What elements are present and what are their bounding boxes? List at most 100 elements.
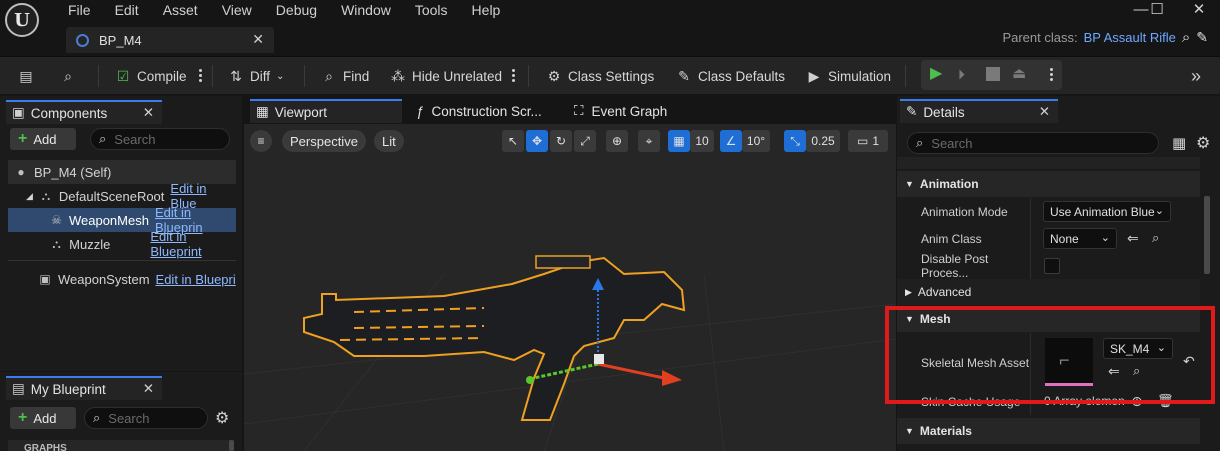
class-settings-button[interactable]: ⚙ Class Settings xyxy=(546,66,655,86)
tab-bp-m4[interactable]: BP_M4 ✕ xyxy=(66,27,274,53)
viewport[interactable]: ≡ Perspective Lit ↖ ✥ ↻ ⤢ ⊕ ⌖ ▦ 10 ∠ 10°… xyxy=(244,124,896,451)
scrollbar[interactable] xyxy=(229,440,234,451)
weapon-mesh[interactable] xyxy=(303,255,686,421)
scale-snap-icon[interactable]: ⤡ xyxy=(784,130,806,152)
class-defaults-icon: ✎ xyxy=(678,68,690,84)
coordinate-space-icon[interactable]: ⊕ xyxy=(606,130,628,152)
unreal-logo-icon[interactable]: U xyxy=(5,3,39,37)
blueprint-icon xyxy=(76,33,89,47)
chevron-down-icon: ⌄ xyxy=(1100,232,1110,244)
add-component-button[interactable]: + Add xyxy=(10,128,76,150)
browse-button[interactable]: ⌕ xyxy=(60,66,76,86)
gear-icon: ⚙ xyxy=(547,68,561,84)
close-tab-icon[interactable]: ✕ xyxy=(252,31,264,48)
viewport-options-menu-icon[interactable]: ≡ xyxy=(250,130,272,152)
disable-post-checkbox[interactable] xyxy=(1044,258,1060,274)
my-blueprint-search-input[interactable]: ⌕ Search xyxy=(84,407,208,429)
collapse-arrow-icon: ▼ xyxy=(905,426,914,436)
tree-item-muzzle[interactable]: ⛬ Muzzle Edit in Blueprint xyxy=(8,229,236,259)
table-view-icon[interactable]: ▦ xyxy=(1172,134,1186,152)
category-advanced[interactable]: ▶ Advanced xyxy=(897,279,1200,305)
class-defaults-label: Class Defaults xyxy=(698,68,786,84)
hide-unrelated-options-icon[interactable] xyxy=(511,67,515,85)
scene-component-icon: ⛬ xyxy=(41,189,51,203)
hide-unrelated-icon: ⁂ xyxy=(391,68,405,84)
tab-viewport[interactable]: ▦ Viewport xyxy=(250,99,402,123)
tab-construction-script[interactable]: ƒ Construction Scr... xyxy=(410,99,560,123)
menu-edit[interactable]: Edit xyxy=(115,2,151,18)
eject-icon[interactable]: ⏏ xyxy=(1012,65,1030,83)
menu-asset[interactable]: Asset xyxy=(163,2,210,18)
grid-size-value[interactable]: 10 xyxy=(690,130,714,152)
camera-speed-label: 1 xyxy=(872,134,880,148)
edit-in-blueprint-link[interactable]: Edit in Blueprint xyxy=(150,229,236,259)
close-my-blueprint-icon[interactable]: ✕ xyxy=(143,381,154,397)
select-mode-icon[interactable]: ↖ xyxy=(502,130,524,152)
title-bar: U File Edit Asset View Debug Window Tool… xyxy=(0,0,1220,56)
scale-mode-icon[interactable]: ⤢ xyxy=(574,130,596,152)
close-components-icon[interactable]: ✕ xyxy=(143,105,154,121)
class-defaults-button[interactable]: ✎ Class Defaults xyxy=(676,66,785,86)
diff-button[interactable]: ⇅ Diff ⌄ xyxy=(228,66,284,86)
menu-help[interactable]: Help xyxy=(472,2,513,18)
save-button[interactable]: ▤ xyxy=(18,66,34,86)
close-details-icon[interactable]: ✕ xyxy=(1039,104,1050,120)
surface-snap-icon[interactable]: ⌖ xyxy=(638,130,660,152)
gear-icon[interactable]: ⚙ xyxy=(215,408,229,428)
edit-pencil-icon[interactable]: ✎ xyxy=(1196,29,1208,46)
menu-debug[interactable]: Debug xyxy=(276,2,329,18)
perspective-dropdown[interactable]: Perspective xyxy=(282,130,366,152)
tab-my-blueprint[interactable]: ▤ My Blueprint ✕ xyxy=(6,376,162,400)
tab-event-graph[interactable]: ⛶ Event Graph xyxy=(570,99,720,123)
simulation-button[interactable]: ▶ Simulation xyxy=(806,66,891,86)
category-animation[interactable]: ▼ Animation xyxy=(897,171,1200,197)
rotate-mode-icon[interactable]: ↻ xyxy=(550,130,572,152)
stop-icon[interactable] xyxy=(986,67,1000,81)
menu-file[interactable]: File xyxy=(68,2,103,18)
play-icon[interactable]: ▶ xyxy=(930,66,946,82)
details-search-input[interactable]: ⌕ Search xyxy=(907,132,1159,154)
category-materials[interactable]: ▼ Materials xyxy=(897,418,1200,444)
tab-components[interactable]: ▣ Components ✕ xyxy=(6,100,162,124)
search-icon[interactable]: ⌕ xyxy=(1182,29,1190,46)
camera-speed-button[interactable]: ▭ 1 xyxy=(848,130,888,152)
play-controls: ▶ ⏵ ⏏ xyxy=(921,60,1062,90)
my-blueprint-panel: ▤ My Blueprint ✕ + Add ⌕ Search ⚙ GRAPHS xyxy=(0,372,242,451)
add-blueprint-item-button[interactable]: + Add xyxy=(10,407,76,429)
browse-asset-icon[interactable]: ⌕ xyxy=(1152,230,1159,246)
tree-item-weaponsystem[interactable]: ▣ WeaponSystem Edit in Bluepri xyxy=(8,267,236,291)
details-prev-row xyxy=(897,157,1200,169)
maximize-icon[interactable]: ☐ xyxy=(1142,0,1172,20)
components-search-input[interactable]: ⌕ Search xyxy=(90,128,230,150)
edit-in-blueprint-link[interactable]: Edit in Bluepri xyxy=(156,272,236,287)
grid-snap-icon[interactable]: ▦ xyxy=(668,130,690,152)
menu-tools[interactable]: Tools xyxy=(415,2,460,18)
lit-dropdown[interactable]: Lit xyxy=(374,130,404,152)
use-selected-icon[interactable]: ⇐ xyxy=(1127,230,1139,247)
gear-icon[interactable]: ⚙ xyxy=(1196,133,1210,153)
parent-class: Parent class: BP Assault Rifle ⌕ ✎ xyxy=(1002,29,1208,46)
compile-options-icon[interactable] xyxy=(198,67,202,85)
details-scrollbar[interactable] xyxy=(1204,196,1210,274)
compile-button[interactable]: ☑ Compile xyxy=(115,66,187,86)
play-options-icon[interactable] xyxy=(1049,66,1053,84)
find-label: Find xyxy=(343,68,370,84)
scale-snap-value[interactable]: 0.25 xyxy=(806,130,840,152)
expand-arrow-icon: ▶ xyxy=(905,286,912,297)
rotation-snap-value[interactable]: 10° xyxy=(742,130,770,152)
close-window-icon[interactable]: ✕ xyxy=(1184,0,1214,20)
animation-mode-dropdown[interactable]: Use Animation Blue ⌄ xyxy=(1043,201,1171,222)
step-icon[interactable]: ⏵ xyxy=(958,66,974,82)
construction-tab-label: Construction Scr... xyxy=(431,103,542,119)
parent-class-link[interactable]: BP Assault Rifle xyxy=(1084,30,1176,45)
more-toolbar-button[interactable]: » xyxy=(1188,66,1204,86)
anim-class-dropdown[interactable]: None ⌄ xyxy=(1043,228,1117,249)
rotation-snap-icon[interactable]: ∠ xyxy=(720,130,742,152)
translate-mode-icon[interactable]: ✥ xyxy=(526,130,548,152)
menu-view[interactable]: View xyxy=(222,2,264,18)
hide-unrelated-button[interactable]: ⁂ Hide Unrelated xyxy=(390,66,502,86)
menu-window[interactable]: Window xyxy=(341,2,403,18)
graphs-section[interactable]: GRAPHS xyxy=(8,440,230,451)
find-button[interactable]: ⌕ Find xyxy=(321,66,369,86)
tab-details[interactable]: ✎ Details ✕ xyxy=(900,99,1058,123)
